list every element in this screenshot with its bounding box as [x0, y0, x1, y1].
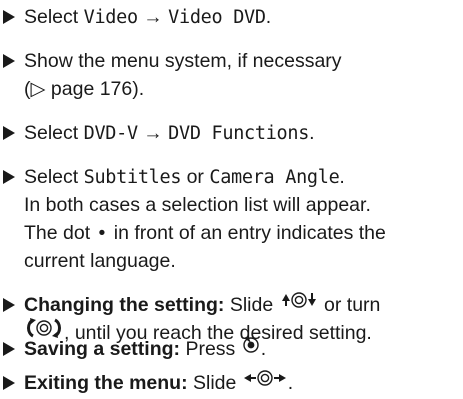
instruction-page: Select Video → Video DVD. Show the menu … [0, 0, 463, 399]
menu-item-video: Video [83, 7, 139, 28]
step-heading: Exiting the menu: [24, 372, 188, 394]
bullet-arrow-icon [3, 54, 15, 68]
step-line: The dot • in front of an entry indicates… [24, 222, 386, 244]
step-line: current language. [24, 250, 176, 272]
menu-item-dvd-functions: DVD Functions [168, 123, 310, 144]
menu-item-camera-angle: Camera Angle [209, 167, 340, 188]
bullet-arrow-icon [3, 10, 15, 24]
bullet-arrow-icon [3, 170, 15, 184]
step-heading: Saving a setting: [24, 338, 181, 360]
step-line: Select Video → Video DVD. [24, 6, 272, 28]
step-heading: Changing the setting: [24, 294, 225, 316]
arrow-separator: → [137, 122, 169, 144]
slide-left-right-controller-icon [242, 368, 288, 396]
step-line: Exiting the menu: Slide . [24, 369, 293, 398]
step-line: Changing the setting: Slide or turn [24, 291, 380, 320]
bullet-arrow-icon [3, 342, 15, 356]
step-line: In both cases a selection list will appe… [24, 194, 371, 216]
step-line: Select Subtitles or Camera Angle. [24, 166, 345, 188]
selection-dot-icon: • [98, 222, 106, 244]
step-line: Select DVD-V → DVD Functions. [24, 122, 315, 144]
press-controller-icon [241, 334, 261, 362]
page-reference: (▷ page 176). [24, 78, 145, 100]
bullet-arrow-icon [3, 376, 15, 390]
arrow-separator: → [137, 6, 169, 28]
slide-up-down-controller-icon [279, 290, 319, 318]
bullet-arrow-icon [3, 126, 15, 140]
step-line: Saving a setting: Press . [24, 335, 266, 364]
menu-item-subtitles: Subtitles [83, 167, 182, 188]
menu-item-dvd-v: DVD-V [83, 123, 139, 144]
bullet-arrow-icon [3, 298, 15, 312]
step-line: Show the menu system, if necessary [24, 50, 342, 72]
menu-item-video-dvd: Video DVD [168, 7, 266, 28]
